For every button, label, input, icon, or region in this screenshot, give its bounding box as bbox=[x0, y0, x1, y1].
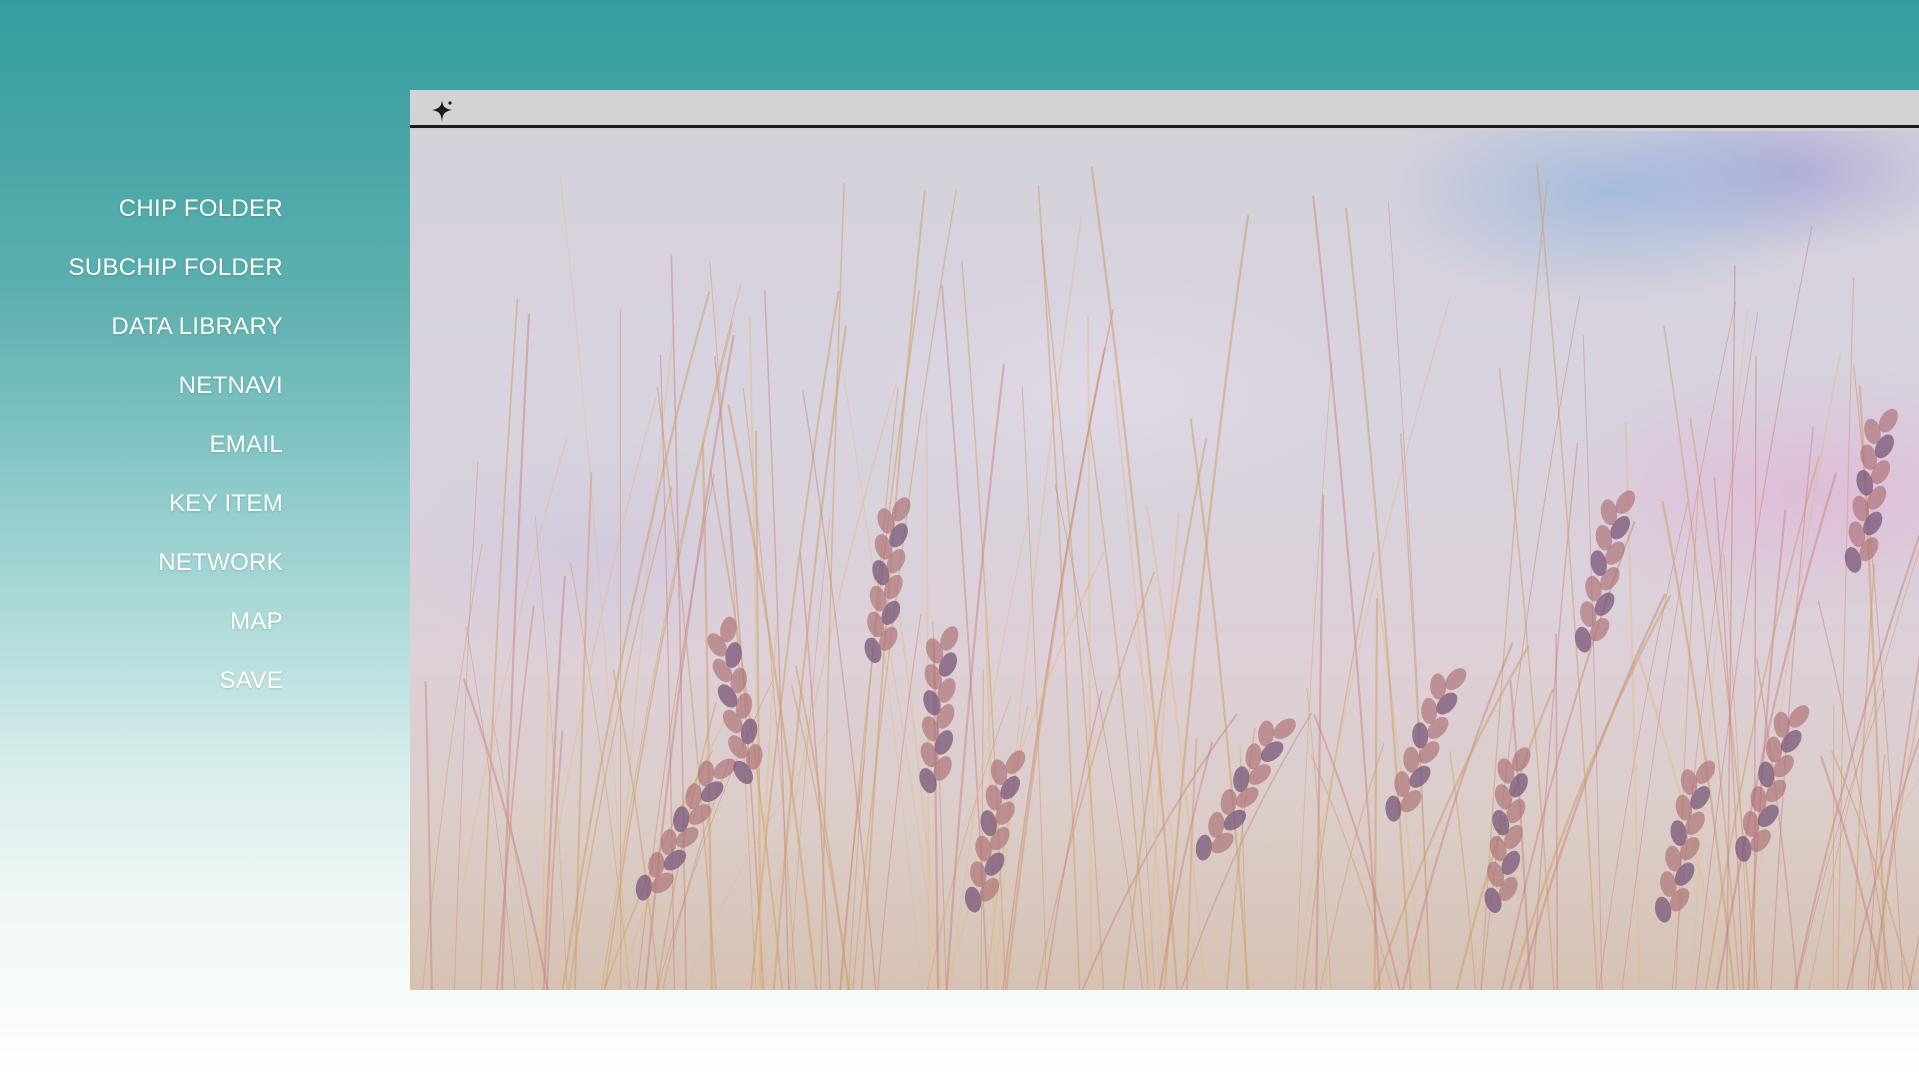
wheat-stalk bbox=[1189, 418, 1250, 990]
wheat-stalk bbox=[1040, 239, 1105, 990]
menu-item-key-item[interactable]: KEY ITEM bbox=[0, 480, 283, 539]
wheat-stalk bbox=[619, 308, 622, 990]
wheat-stalk bbox=[802, 390, 877, 990]
side-menu: CHIP FOLDER SUBCHIP FOLDER DATA LIBRARY … bbox=[0, 185, 283, 716]
wheat-stalk bbox=[1793, 533, 1919, 990]
wheat-stalk bbox=[993, 215, 1083, 990]
wheat-stalk bbox=[424, 680, 433, 990]
wheat-stalk bbox=[763, 290, 790, 990]
wheat-stalk bbox=[559, 176, 630, 990]
wheat-stalk bbox=[1675, 489, 1699, 990]
wheat-stalk bbox=[945, 551, 1105, 990]
wheat-stalk bbox=[1822, 776, 1919, 990]
wheat-stalk bbox=[840, 290, 920, 990]
wheat-stalk bbox=[1035, 571, 1155, 990]
wheat-stalk bbox=[1753, 356, 1757, 990]
wheat-illustration bbox=[410, 164, 1919, 990]
menu-item-data-library[interactable]: DATA LIBRARY bbox=[0, 303, 283, 362]
wheat-ear bbox=[919, 626, 959, 794]
wheat-stalk bbox=[1808, 548, 1919, 990]
wheat-ear bbox=[1484, 747, 1531, 913]
wheat-stalk bbox=[1310, 754, 1394, 990]
menu-item-email[interactable]: EMAIL bbox=[0, 421, 283, 480]
sparkle-icon[interactable] bbox=[430, 98, 456, 124]
wheat-ear bbox=[1385, 668, 1467, 822]
menu-item-map[interactable]: MAP bbox=[0, 598, 283, 657]
menu-item-save[interactable]: SAVE bbox=[0, 657, 283, 716]
menu-item-network[interactable]: NETWORK bbox=[0, 539, 283, 598]
wheat-stalk bbox=[1302, 552, 1375, 990]
wheat-field-wallpaper bbox=[410, 131, 1919, 990]
content-window bbox=[410, 90, 1919, 990]
wheat-stalk bbox=[453, 461, 479, 990]
menu-item-subchip-folder[interactable]: SUBCHIP FOLDER bbox=[0, 244, 283, 303]
wheat-stalk bbox=[1837, 277, 1855, 990]
wheat-stalk bbox=[1044, 690, 1103, 990]
wheat-stalk bbox=[1817, 600, 1893, 990]
window-titlebar[interactable] bbox=[410, 90, 1919, 128]
wheat-stalk bbox=[1555, 633, 1559, 990]
wheat-ear bbox=[1195, 718, 1296, 861]
wheat-stalk bbox=[1090, 166, 1179, 990]
wheat-ear bbox=[964, 750, 1026, 913]
wheat-stalk bbox=[492, 718, 534, 990]
wheat-ear bbox=[1654, 760, 1716, 923]
wheat-stalk bbox=[852, 189, 958, 990]
wheat-stalk bbox=[1295, 363, 1333, 990]
wheat-stalk bbox=[847, 387, 899, 990]
wheat-stalk bbox=[1832, 705, 1835, 990]
wheat-stalk bbox=[465, 626, 516, 990]
wheat-stalk bbox=[410, 786, 414, 990]
wheat-stalk bbox=[480, 299, 519, 990]
menu-item-netnavi[interactable]: NETNAVI bbox=[0, 362, 283, 421]
menu-item-chip-folder[interactable]: CHIP FOLDER bbox=[0, 185, 283, 244]
wheat-stalk bbox=[1147, 513, 1180, 990]
